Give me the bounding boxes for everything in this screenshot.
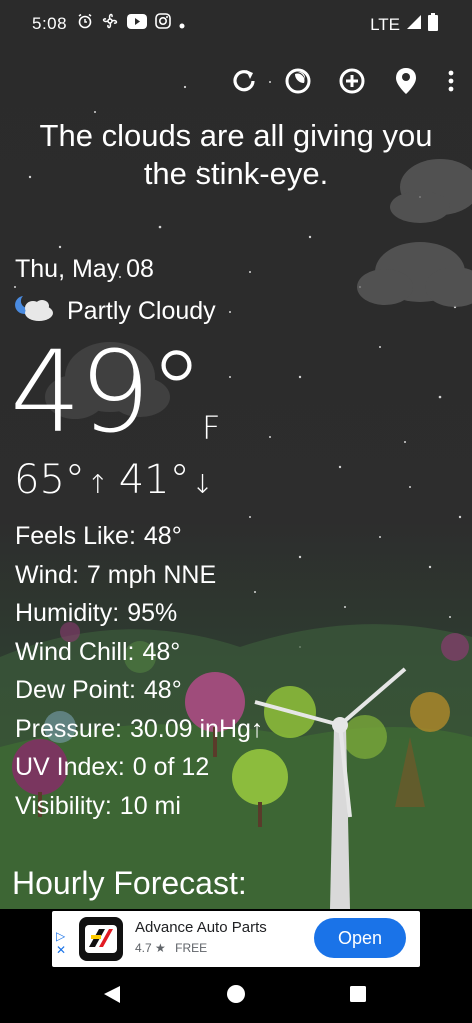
detail-value: 48° — [143, 676, 182, 704]
detail-uv-index: UV Index: 0 of 12 — [15, 748, 263, 787]
condition-label: Partly Cloudy — [67, 297, 216, 325]
add-location-icon[interactable] — [336, 65, 368, 97]
weather-quote: The clouds are all giving you the stink-… — [39, 118, 433, 191]
forecast-date: Thu, May 08 — [15, 255, 154, 283]
detail-label: Visibility: — [15, 791, 112, 820]
high-low-temperature: 65° ↑ 41° ↓ — [14, 457, 223, 503]
ad-banner: ▷ ✕ Advance Auto Parts 4.7 ★ FREE Open — [0, 909, 472, 972]
weather-screen: The clouds are all giving you the stink-… — [0, 47, 472, 909]
detail-dew-point: Dew Point: 48° — [15, 671, 263, 710]
detail-label: Pressure: — [15, 714, 122, 743]
battery-icon — [428, 13, 438, 36]
ad-price: FREE — [175, 941, 208, 955]
detail-label: Feels Like: — [15, 522, 136, 550]
ad-rating: 4.7 ★ — [135, 941, 166, 955]
youtube-icon — [127, 13, 148, 34]
detail-value: 7 mph NNE — [86, 560, 217, 589]
theme-icon[interactable] — [282, 65, 314, 97]
temperature-unit: F — [202, 409, 221, 447]
arrow-up-icon: ↑ — [86, 470, 109, 500]
detail-humidity: Humidity: 95% — [15, 594, 263, 633]
detail-value: 95% — [127, 599, 178, 627]
detail-value: 30.09 inHg↑ — [129, 714, 264, 743]
high-temperature: 65° — [14, 457, 85, 503]
detail-visibility: Visibility: 10 mi — [15, 787, 263, 826]
detail-wind: Wind: 7 mph NNE — [15, 556, 263, 595]
detail-value: 10 mi — [119, 791, 181, 820]
navigation-bar — [0, 972, 472, 1023]
more-options-icon[interactable] — [444, 65, 458, 97]
detail-label: Dew Point: — [15, 676, 136, 704]
condition: Partly Cloudy — [15, 294, 216, 329]
alarm-icon — [77, 13, 93, 34]
detail-label: Wind: — [15, 560, 79, 589]
instagram-icon — [155, 13, 171, 34]
detail-pressure: Pressure: 30.09 inHg↑ — [15, 710, 263, 749]
advance-auto-parts-logo — [79, 917, 123, 961]
detail-label: UV Index: — [15, 753, 125, 781]
detail-value: 48° — [143, 522, 182, 550]
toolbar — [228, 65, 458, 97]
current-temperature: 49° — [10, 328, 205, 458]
recents-icon[interactable] — [350, 986, 366, 1002]
weather-details: Feels Like: 48° Wind: 7 mph NNE Humidity: 9… — [15, 517, 263, 825]
status-time: 5:08 — [32, 13, 68, 33]
location-pin-icon[interactable] — [390, 65, 422, 97]
home-icon[interactable] — [227, 985, 245, 1003]
partly-cloudy-icon — [15, 294, 57, 329]
arrow-down-icon: ↓ — [191, 470, 214, 500]
detail-label: Wind Chill: — [15, 637, 135, 666]
ad-meta: 4.7 ★ FREE — [135, 941, 207, 955]
dot-icon — [179, 14, 185, 34]
status-bar: 5:08 LTE — [0, 0, 472, 47]
detail-wind-chill: Wind Chill: 48° — [15, 633, 263, 672]
ad-title: Advance Auto Parts — [135, 919, 267, 936]
detail-value: 0 of 12 — [132, 753, 210, 781]
fan-icon — [101, 12, 119, 35]
detail-value: 48° — [142, 637, 181, 666]
ad-open-button[interactable]: Open — [314, 918, 406, 958]
detail-feels-like: Feels Like: 48° — [15, 517, 263, 556]
hourly-forecast-title: Hourly Forecast: — [12, 865, 247, 901]
back-icon[interactable] — [104, 986, 120, 1003]
detail-label: Humidity: — [15, 599, 120, 627]
ad-choices-icon[interactable]: ▷ ✕ — [56, 929, 66, 957]
network-type: LTE — [370, 14, 400, 34]
refresh-icon[interactable] — [228, 65, 260, 97]
ad-card[interactable]: ▷ ✕ Advance Auto Parts 4.7 ★ FREE Open — [52, 911, 420, 967]
low-temperature: 41° — [118, 457, 190, 503]
signal-icon — [406, 14, 422, 35]
